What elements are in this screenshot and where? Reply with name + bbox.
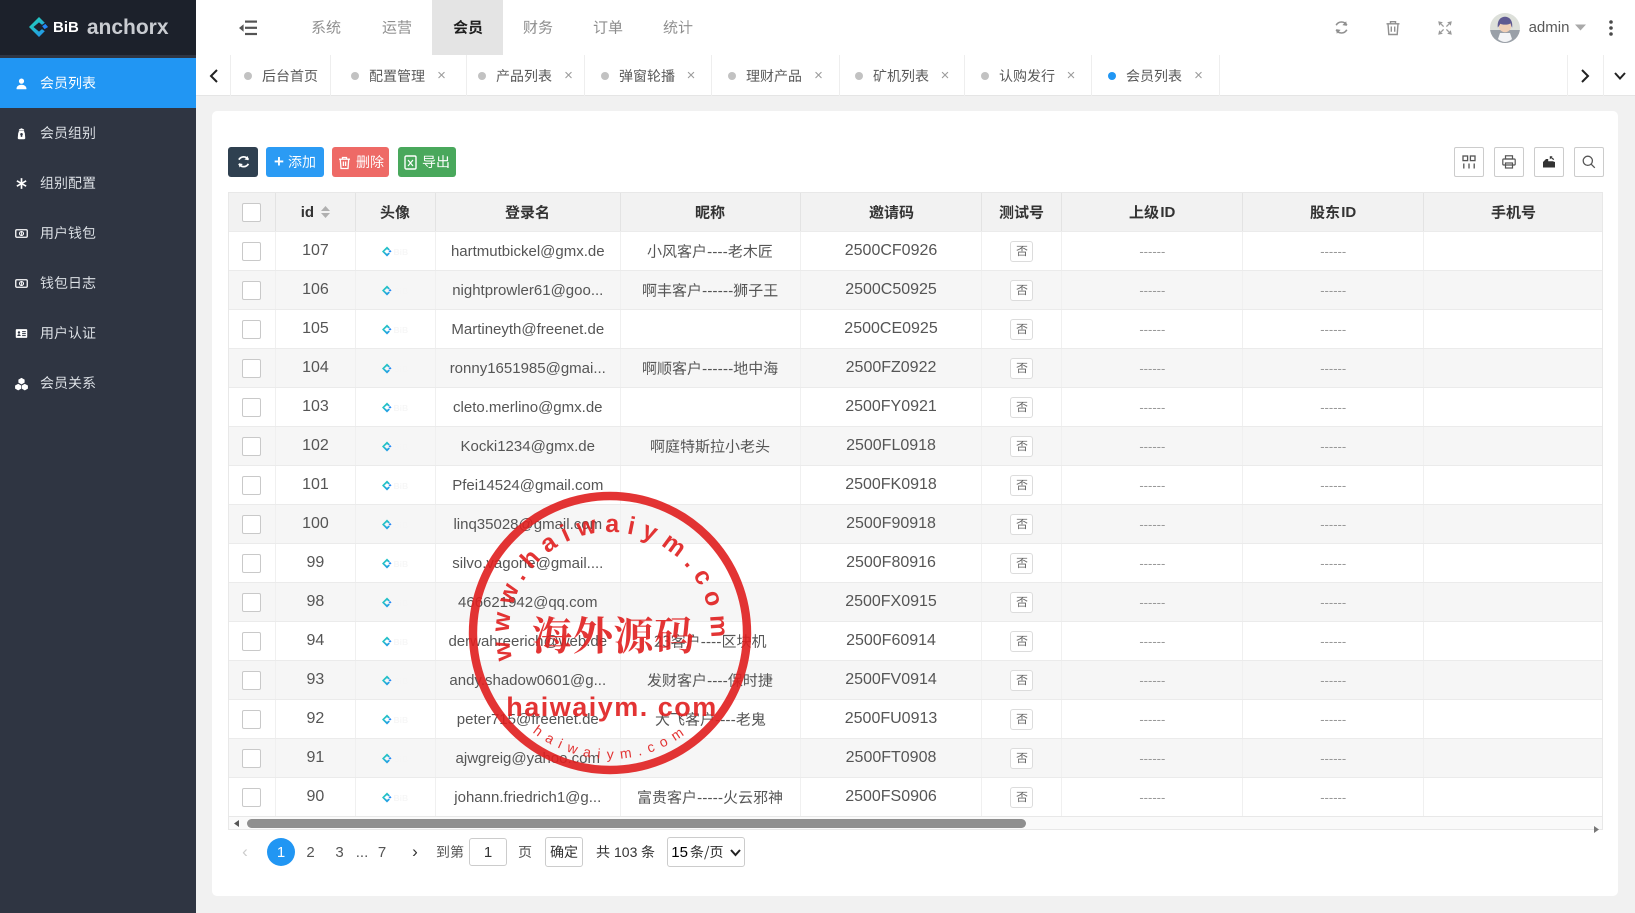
svg-text:BiB: BiB <box>394 793 409 803</box>
svg-text:BiB: BiB <box>394 325 409 335</box>
svg-text:BiB: BiB <box>394 247 409 257</box>
svg-text:BiB: BiB <box>394 559 409 569</box>
svg-text:BiB: BiB <box>394 403 409 413</box>
svg-text:BiB: BiB <box>394 520 409 530</box>
svg-text:BiB: BiB <box>394 754 409 764</box>
svg-text:haiwaiym. com: haiwaiym. com <box>506 692 718 722</box>
svg-text:BiB: BiB <box>394 715 409 725</box>
svg-text:www.haiwaiym.com: www.haiwaiym.com <box>487 510 734 664</box>
svg-text:BiB: BiB <box>394 286 409 296</box>
svg-text:BiB: BiB <box>394 442 409 452</box>
svg-text:BiB: BiB <box>394 676 409 686</box>
svg-text:BiB: BiB <box>394 481 409 491</box>
svg-text:BiB: BiB <box>394 598 409 608</box>
svg-text:BiB: BiB <box>394 637 409 647</box>
svg-text:BiB: BiB <box>394 364 409 374</box>
